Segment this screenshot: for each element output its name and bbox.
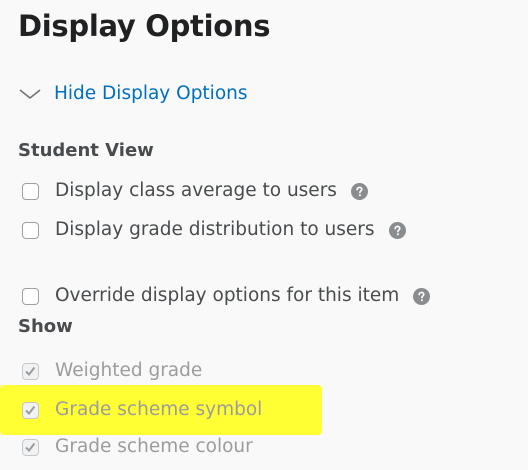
checkmark-icon — [25, 366, 36, 376]
display-options-panel: Display Options Hide Display Options Stu… — [0, 0, 528, 470]
help-icon[interactable] — [413, 287, 431, 305]
grade-scheme-colour-checkbox — [22, 438, 39, 456]
checkmark-icon — [25, 442, 36, 452]
class-average-checkbox[interactable] — [22, 182, 39, 200]
override-display-option[interactable]: Override display options for this item — [22, 280, 431, 312]
override-display-checkbox[interactable] — [22, 287, 39, 305]
grade-distribution-label: Display grade distribution to users — [55, 219, 375, 240]
help-icon[interactable] — [350, 182, 368, 200]
hide-display-options-label: Hide Display Options — [54, 83, 248, 104]
help-icon[interactable] — [388, 221, 406, 239]
show-heading: Show — [18, 316, 73, 337]
chevron-down-icon — [19, 89, 41, 100]
weighted-grade-option: Weighted grade — [22, 355, 202, 387]
weighted-grade-checkbox — [22, 362, 39, 380]
grade-distribution-checkbox[interactable] — [22, 221, 39, 239]
grade-distribution-option[interactable]: Display grade distribution to users — [22, 214, 406, 246]
grade-scheme-colour-label: Grade scheme colour — [55, 436, 253, 457]
class-average-label: Display class average to users — [55, 180, 337, 201]
weighted-grade-label: Weighted grade — [55, 360, 203, 381]
grade-scheme-symbol-label: Grade scheme symbol — [55, 399, 263, 420]
hide-display-options-toggle[interactable]: Hide Display Options — [18, 78, 248, 110]
grade-scheme-colour-option: Grade scheme colour — [22, 431, 253, 463]
student-view-heading: Student View — [18, 140, 154, 161]
checkmark-icon — [25, 405, 36, 415]
grade-scheme-symbol-option: Grade scheme symbol — [22, 394, 262, 426]
grade-scheme-symbol-checkbox — [22, 401, 39, 419]
class-average-option[interactable]: Display class average to users — [22, 175, 368, 207]
page-title: Display Options — [18, 9, 271, 43]
override-display-label: Override display options for this item — [55, 285, 400, 306]
